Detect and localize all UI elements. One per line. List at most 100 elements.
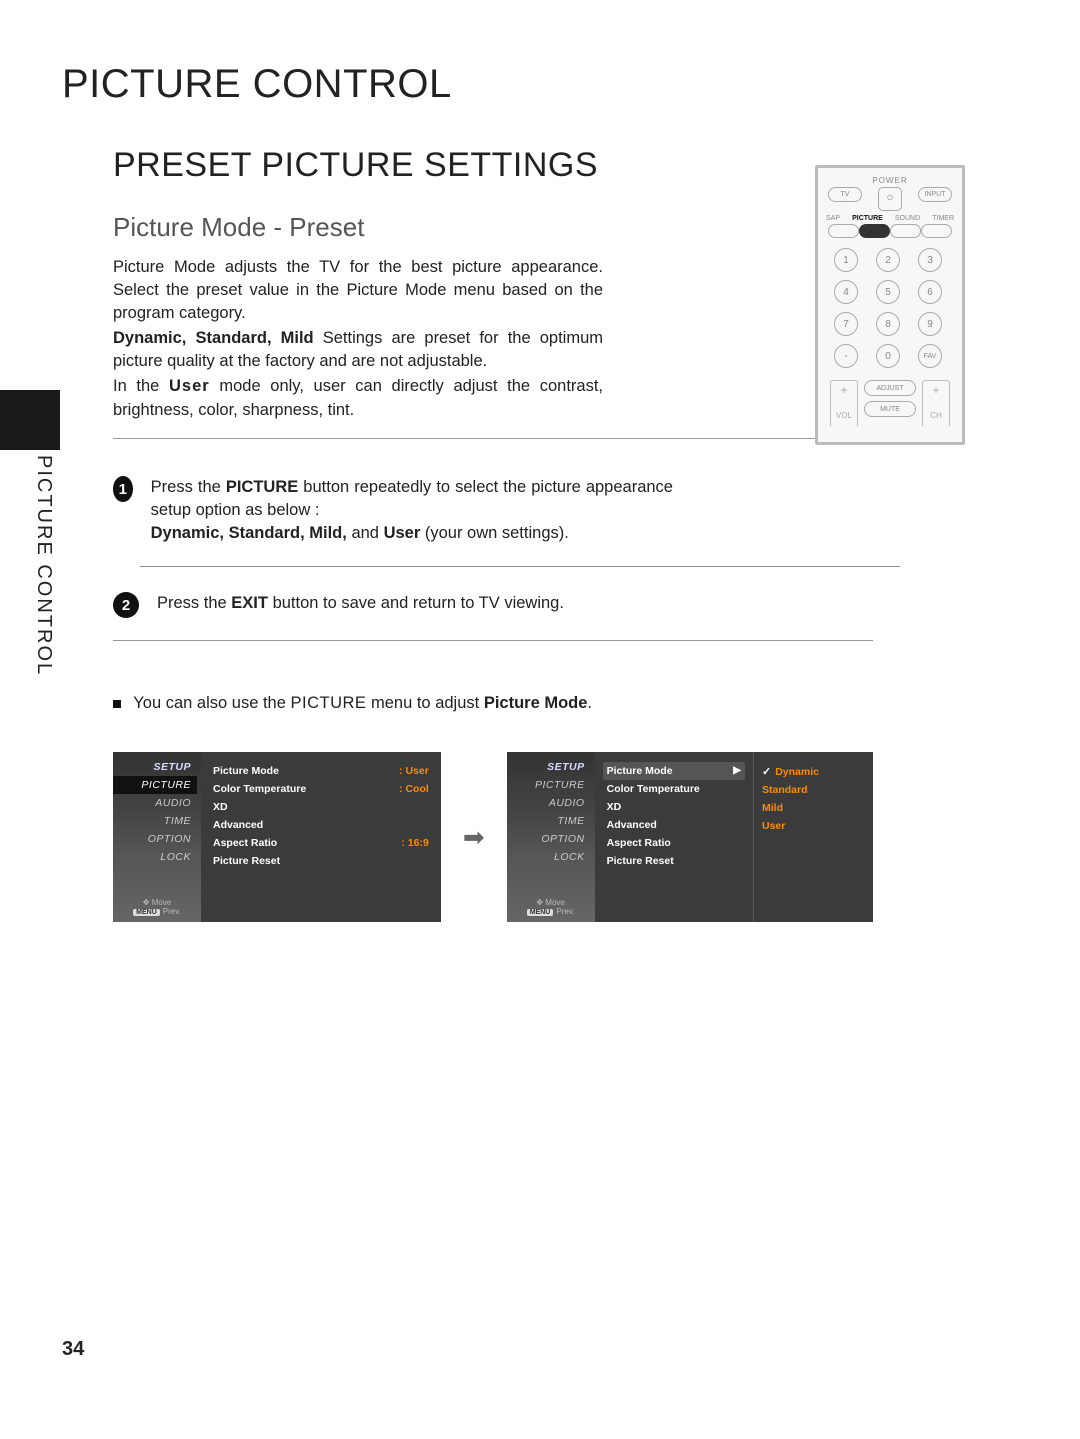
chevron-right-icon: ▶ — [733, 765, 741, 777]
osd-left-main: Picture Mode: User Color Temperature: Co… — [201, 752, 441, 922]
step1-picture: PICTURE — [226, 478, 298, 496]
step1-tail: (your own settings). — [420, 524, 569, 542]
osd-option[interactable]: User — [762, 820, 785, 832]
remote-ch-label: CH — [923, 411, 949, 420]
remote-num-8[interactable]: 8 — [876, 312, 900, 336]
remote-mute-button[interactable]: MUTE — [864, 401, 916, 417]
remote-tv-button[interactable]: TV — [828, 187, 862, 202]
remote-sap-button[interactable] — [828, 224, 859, 238]
osd-move-hint: Move — [152, 898, 172, 907]
osd-item-value: : 16:9 — [395, 837, 428, 849]
intro-paragraphs: Picture Mode adjusts the TV for the best… — [113, 256, 603, 424]
step1-line2: Dynamic, Standard, Mild, — [151, 524, 347, 542]
osd-item-label: Advanced — [213, 819, 263, 831]
osd-item-value: : User — [393, 765, 429, 777]
osd-tab-time[interactable]: TIME — [113, 812, 197, 830]
osd-tab-option[interactable]: OPTION — [507, 830, 591, 848]
remote-illustration: POWER TV ⏻ INPUT SAP PICTURE SOUND TIMER… — [815, 165, 965, 445]
osd-tab-setup[interactable]: SETUP — [113, 758, 197, 776]
step-1: 1 Press the PICTURE button repeatedly to… — [113, 476, 673, 545]
bullet-icon — [113, 700, 121, 708]
remote-dash[interactable]: - — [834, 344, 858, 368]
tip-line: You can also use the PICTURE menu to adj… — [113, 694, 592, 713]
osd-left: SETUP PICTURE AUDIO TIME OPTION LOCK ✥ M… — [113, 752, 441, 922]
osd-tab-time[interactable]: TIME — [507, 812, 591, 830]
remote-vol-label: VOL — [831, 411, 857, 420]
intro-p1: Picture Mode adjusts the TV for the best… — [113, 258, 603, 322]
remote-sound-label: SOUND — [895, 215, 920, 222]
osd-option[interactable]: Standard — [762, 784, 808, 796]
osd-option[interactable]: Dynamic — [775, 766, 819, 778]
tip-c: menu to adjust — [366, 694, 483, 712]
plus-icon: + — [831, 383, 857, 397]
osd-option[interactable]: Mild — [762, 802, 783, 814]
step2-exit: EXIT — [231, 594, 268, 612]
remote-fav-button[interactable]: FAV — [918, 344, 942, 368]
arrow-right-icon: ➡ — [463, 822, 485, 853]
osd-item-label: Picture Mode — [607, 765, 673, 777]
osd-tab-audio[interactable]: AUDIO — [113, 794, 197, 812]
remote-num-2[interactable]: 2 — [876, 248, 900, 272]
section-title: PRESET PICTURE SETTINGS — [113, 146, 598, 185]
remote-power-label: POWER — [824, 176, 956, 185]
remote-input-button[interactable]: INPUT — [918, 187, 952, 202]
remote-num-1[interactable]: 1 — [834, 248, 858, 272]
plus-icon: + — [923, 383, 949, 397]
intro-p3a: In the — [113, 377, 169, 395]
step-2: 2 Press the EXIT button to save and retu… — [113, 592, 673, 618]
remote-adjust-button[interactable]: ADJUST — [864, 380, 916, 396]
osd-item-label: Picture Mode — [213, 765, 279, 777]
remote-sap-label: SAP — [826, 215, 840, 222]
remote-picture-button[interactable] — [859, 224, 890, 238]
page-margin-tab — [0, 390, 60, 450]
osd-left-tabs: SETUP PICTURE AUDIO TIME OPTION LOCK ✥ M… — [113, 752, 201, 922]
osd-options-panel: ✓Dynamic Standard Mild User — [753, 752, 873, 922]
divider — [113, 640, 873, 641]
remote-num-7[interactable]: 7 — [834, 312, 858, 336]
remote-power-button[interactable]: ⏻ — [878, 187, 902, 211]
osd-item-value — [423, 855, 429, 867]
remote-timer-button[interactable] — [921, 224, 952, 238]
remote-num-0[interactable]: 0 — [876, 344, 900, 368]
osd-item-label: Aspect Ratio — [607, 837, 671, 849]
osd-item-value: : Cool — [393, 783, 429, 795]
osd-menu-badge: MENU — [527, 909, 554, 916]
remote-num-4[interactable]: 4 — [834, 280, 858, 304]
osd-item-label: XD — [213, 801, 228, 813]
osd-tab-picture[interactable]: PICTURE — [113, 776, 197, 794]
tip-a: You can also use the — [133, 694, 290, 712]
remote-picture-label: PICTURE — [852, 215, 883, 222]
osd-right-tabs: SETUP PICTURE AUDIO TIME OPTION LOCK ✥ M… — [507, 752, 595, 922]
tip-picture: PICTURE — [290, 694, 366, 712]
osd-right: SETUP PICTURE AUDIO TIME OPTION LOCK ✥ M… — [507, 752, 873, 922]
page-title: PICTURE CONTROL — [62, 62, 452, 107]
osd-tab-picture[interactable]: PICTURE — [507, 776, 591, 794]
osd-item-label: XD — [607, 801, 622, 813]
osd-tab-lock[interactable]: LOCK — [507, 848, 591, 866]
osd-right-main: Picture Mode▶ Color Temperature XD Advan… — [595, 752, 753, 922]
remote-ch-rocker[interactable]: + CH — [922, 380, 950, 426]
divider — [113, 438, 873, 439]
remote-vol-rocker[interactable]: + VOL — [830, 380, 858, 426]
remote-num-5[interactable]: 5 — [876, 280, 900, 304]
osd-item-label: Color Temperature — [607, 783, 700, 795]
remote-timer-label: TIMER — [932, 215, 954, 222]
osd-tab-audio[interactable]: AUDIO — [507, 794, 591, 812]
remote-number-pad: 1 2 3 4 5 6 7 8 9 - 0 FAV — [824, 242, 956, 378]
remote-num-3[interactable]: 3 — [918, 248, 942, 272]
step-badge-1: 1 — [113, 476, 133, 502]
osd-prev-hint: Prev. — [556, 907, 574, 916]
osd-tab-option[interactable]: OPTION — [113, 830, 197, 848]
osd-item-label: Aspect Ratio — [213, 837, 277, 849]
step2-c: button to save and return to TV viewing. — [268, 594, 564, 612]
remote-num-6[interactable]: 6 — [918, 280, 942, 304]
page-number: 34 — [62, 1338, 84, 1361]
osd-tab-setup[interactable]: SETUP — [507, 758, 591, 776]
remote-sound-button[interactable] — [890, 224, 921, 238]
tip-e: . — [587, 694, 592, 712]
remote-num-9[interactable]: 9 — [918, 312, 942, 336]
step-badge-2: 2 — [113, 592, 139, 618]
step2-a: Press the — [157, 594, 231, 612]
osd-item-label: Picture Reset — [607, 855, 674, 867]
osd-tab-lock[interactable]: LOCK — [113, 848, 197, 866]
